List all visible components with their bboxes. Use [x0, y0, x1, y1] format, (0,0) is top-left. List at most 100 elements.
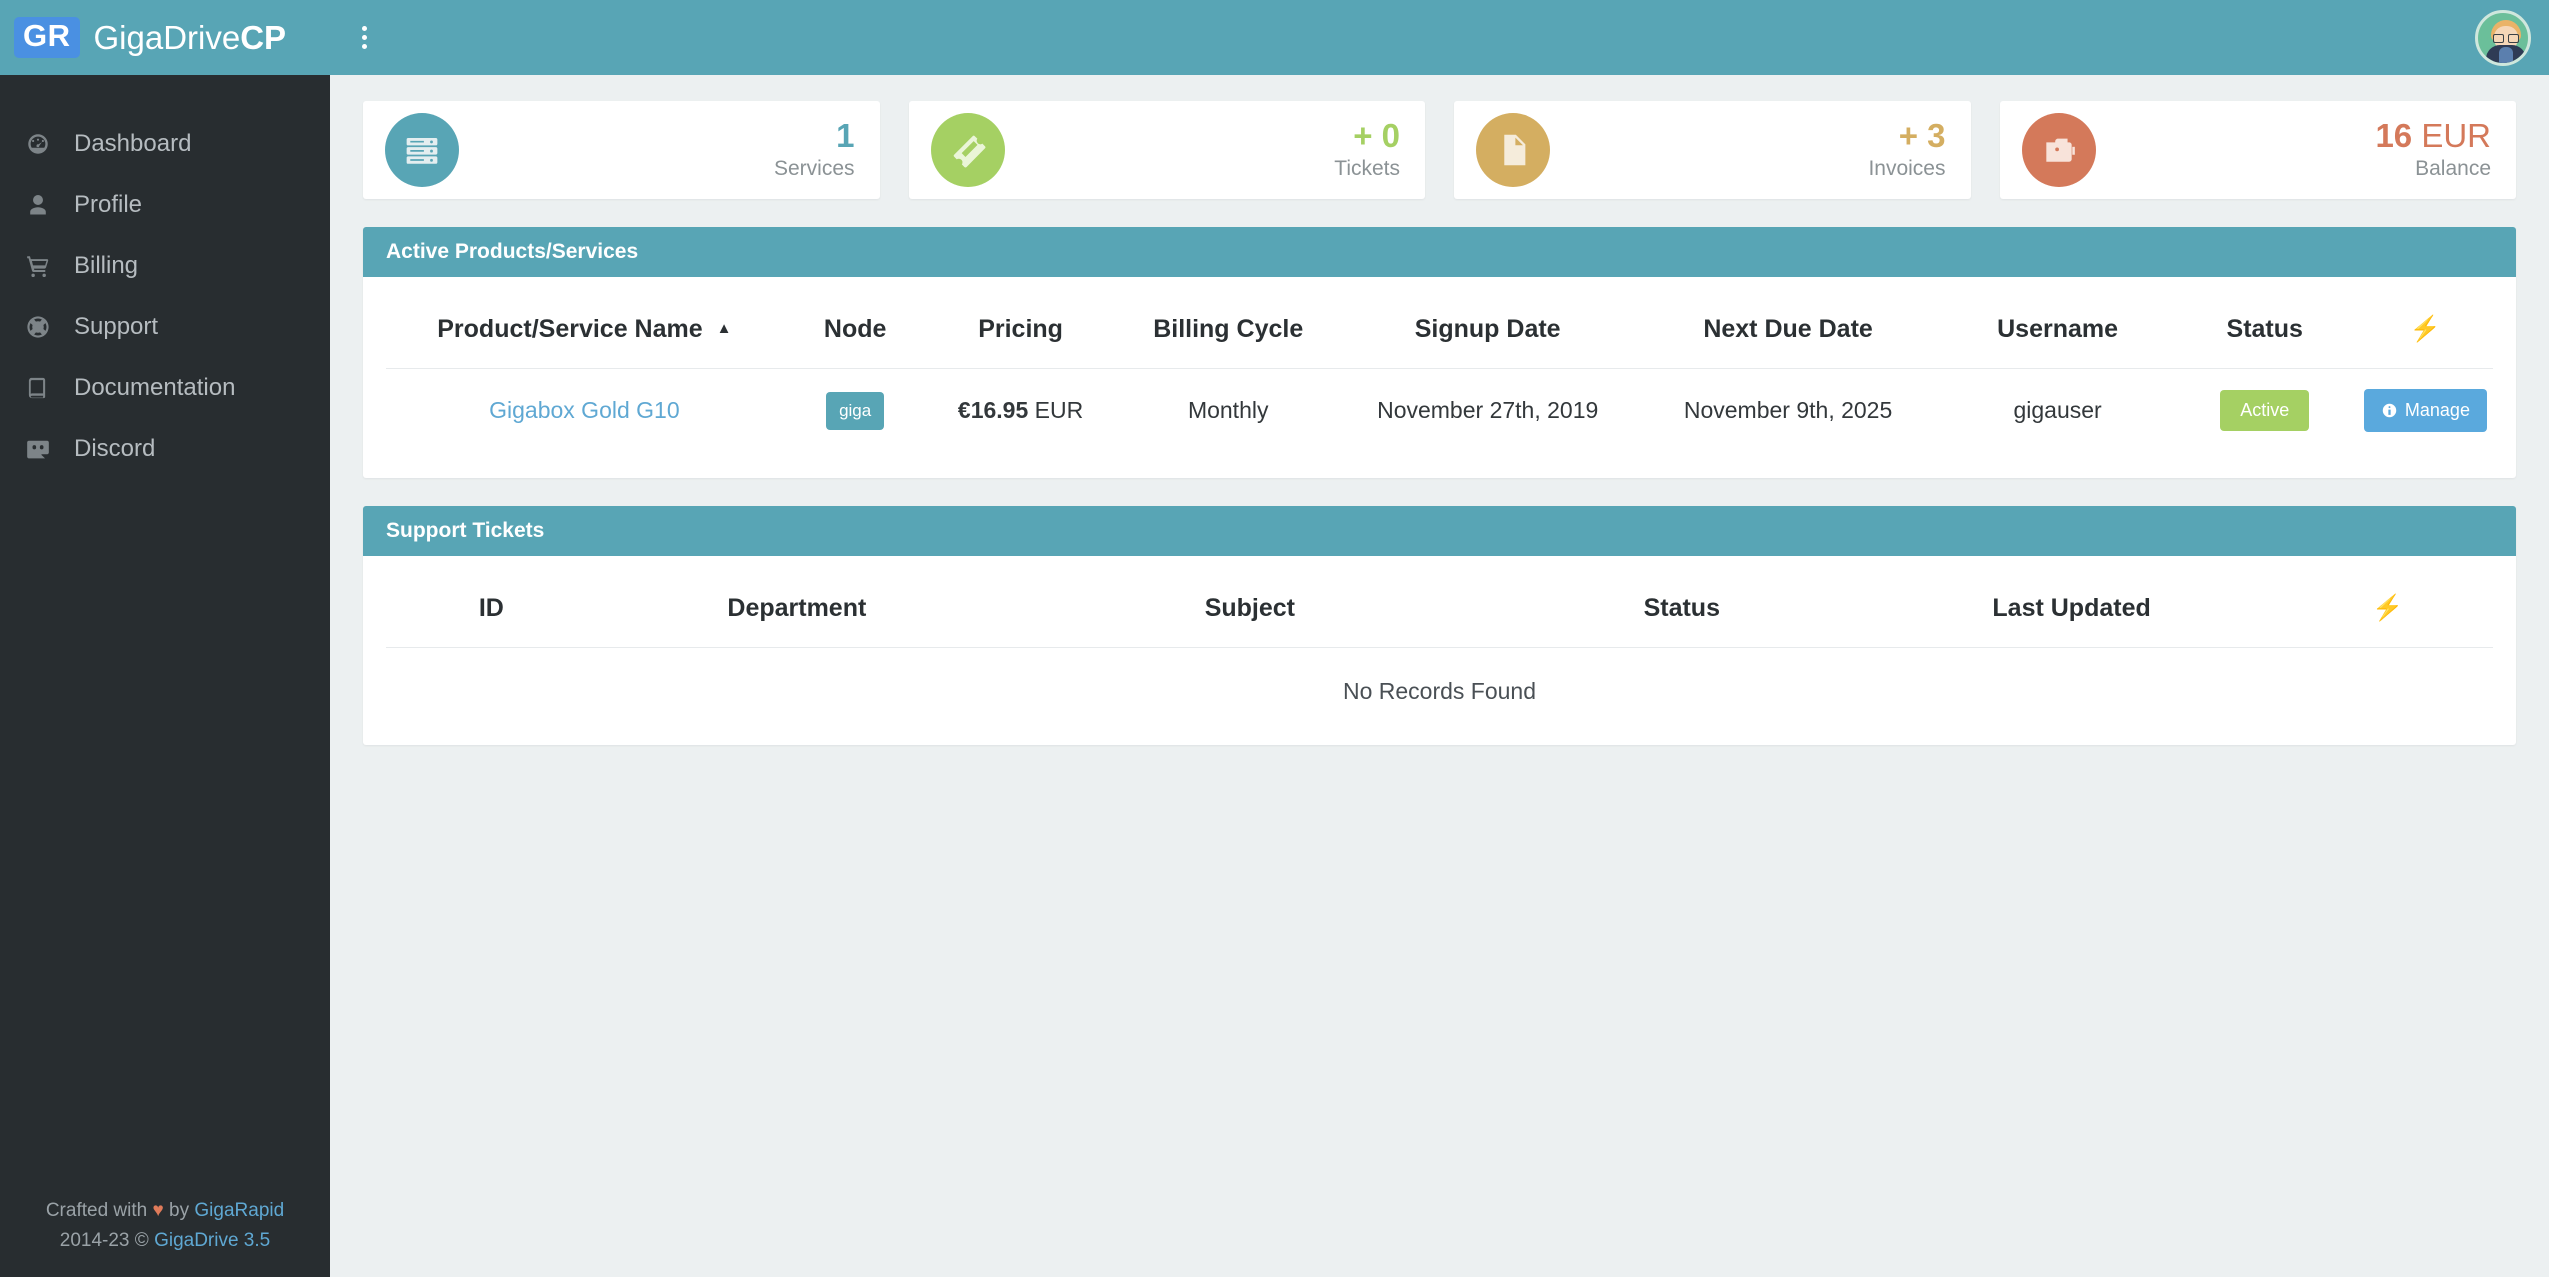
app-root: GR GigaDriveCP Dashboard Profile Billing… [0, 0, 2549, 1277]
column-header-subject[interactable]: Subject [997, 578, 1503, 648]
avatar-shirt [2499, 46, 2513, 63]
sidebar-footer: Crafted with ♥ by GigaRapid 2014-23 © Gi… [0, 1196, 330, 1277]
active-products-panel: Active Products/Services Product/Service… [363, 227, 2516, 478]
column-header-department[interactable]: Department [597, 578, 997, 648]
main-area: 1 Services + 0 Tickets + 3 Invoices 16 E… [330, 0, 2549, 1277]
ticket-icon [930, 113, 1005, 187]
footer-crafted-line: Crafted with ♥ by GigaRapid [0, 1196, 330, 1225]
stat-value: 1 [836, 117, 855, 155]
stat-label: Services [773, 157, 855, 181]
sidebar: GR GigaDriveCP Dashboard Profile Billing… [0, 0, 330, 1277]
top-bar [330, 0, 2549, 75]
sidebar-nav: Dashboard Profile Billing Support Docume… [0, 75, 330, 1196]
cell-pricing: €16.95 EUR [927, 368, 1114, 452]
server-icon [385, 113, 459, 187]
info-icon [2382, 403, 2397, 418]
support-tickets-panel: Support Tickets ID Department Subject St… [363, 506, 2516, 745]
file-icon [1476, 113, 1550, 187]
stat-value: + 0 [1353, 117, 1400, 155]
kebab-menu-icon[interactable] [358, 22, 371, 53]
sidebar-item-label: Support [74, 312, 159, 340]
column-header-product-name[interactable]: Product/Service Name ▲ [386, 299, 783, 369]
cell-actions: Manage [2357, 368, 2493, 452]
footer-copyright-line: 2014-23 © GigaDrive 3.5 [0, 1226, 330, 1255]
stats-row: 1 Services + 0 Tickets + 3 Invoices 16 E… [363, 101, 2516, 199]
sidebar-item-discord[interactable]: Discord [0, 418, 330, 479]
column-header-pricing[interactable]: Pricing [928, 299, 1114, 369]
manage-button[interactable]: Manage [2363, 389, 2487, 432]
avatar-glasses [2493, 33, 2519, 43]
footer-crafted-prefix: Crafted with [45, 1200, 153, 1222]
cell-node: giga [782, 368, 928, 452]
content-area: 1 Services + 0 Tickets + 3 Invoices 16 E… [330, 75, 2549, 745]
column-header-id[interactable]: ID [386, 578, 597, 648]
brand-title: GigaDriveCP [93, 18, 287, 56]
sidebar-item-label: Profile [74, 190, 143, 218]
column-header-actions: ⚡ [2409, 315, 2441, 343]
sort-ascending-icon: ▲ [716, 320, 732, 337]
brand-logo[interactable]: GR GigaDriveCP [0, 0, 330, 75]
wallet-icon [2021, 113, 2096, 187]
brand-badge: GR [14, 17, 80, 58]
avatar[interactable] [2475, 9, 2531, 66]
cell-product-name: Gigabox Gold G10 [386, 368, 783, 452]
sidebar-item-label: Dashboard [74, 129, 192, 157]
stat-label: Balance [2415, 157, 2491, 181]
sidebar-item-profile[interactable]: Profile [0, 174, 330, 235]
stat-text: + 3 Invoices [1868, 117, 1945, 182]
manage-button-label: Manage [2404, 400, 2470, 420]
cell-status: Active [2171, 368, 2358, 452]
stat-card-invoices[interactable]: + 3 Invoices [1454, 101, 1971, 199]
stat-value: 16 EUR [2375, 117, 2491, 155]
column-header-status[interactable]: Status [2172, 299, 2358, 369]
heart-icon: ♥ [152, 1200, 164, 1222]
sidebar-item-label: Discord [74, 434, 156, 462]
column-header-signup-date[interactable]: Signup Date [1343, 299, 1633, 369]
cell-next-due-date: November 9th, 2025 [1632, 368, 1944, 452]
column-header-billing-cycle[interactable]: Billing Cycle [1114, 299, 1343, 369]
sidebar-item-label: Documentation [74, 373, 236, 401]
cell-username: gigauser [1943, 368, 2172, 452]
stat-card-tickets[interactable]: + 0 Tickets [908, 101, 1425, 199]
sidebar-item-label: Billing [74, 251, 139, 279]
panel-title: Support Tickets [363, 506, 2516, 556]
column-header-node[interactable]: Node [783, 299, 928, 369]
node-badge: giga [826, 391, 885, 430]
table-header-row: ID Department Subject Status Last Update… [386, 578, 2493, 648]
sidebar-item-billing[interactable]: Billing [0, 235, 330, 296]
panel-body: Product/Service Name ▲ Node Pricing Billi… [363, 277, 2516, 478]
empty-state-row: No Records Found [386, 647, 2493, 719]
sidebar-item-support[interactable]: Support [0, 296, 330, 357]
tachometer-icon [22, 128, 54, 160]
panel-body: ID Department Subject Status Last Update… [363, 556, 2516, 745]
stat-value: + 3 [1898, 117, 1946, 155]
column-header-last-updated[interactable]: Last Updated [1861, 578, 2282, 648]
user-icon [22, 189, 54, 221]
column-header-next-due-date[interactable]: Next Due Date [1633, 299, 1944, 369]
products-table: Product/Service Name ▲ Node Pricing Billi… [386, 299, 2493, 452]
footer-gigadrive-link[interactable]: GigaDrive 3.5 [154, 1230, 270, 1251]
status-badge: Active [2220, 390, 2310, 431]
discord-icon [22, 433, 54, 465]
column-header-status[interactable]: Status [1503, 578, 1861, 648]
stat-label: Invoices [1868, 157, 1946, 181]
tickets-table: ID Department Subject Status Last Update… [386, 578, 2493, 719]
footer-gigarapid-link[interactable]: GigaRapid [194, 1200, 284, 1221]
life-ring-icon [22, 311, 54, 343]
cell-signup-date: November 27th, 2019 [1342, 368, 1633, 452]
price-currency: EUR [1028, 397, 1084, 423]
sidebar-item-documentation[interactable]: Documentation [0, 357, 330, 418]
price-amount: €16.95 [957, 397, 1029, 423]
product-link[interactable]: Gigabox Gold G10 [489, 397, 680, 423]
stat-card-services[interactable]: 1 Services [363, 101, 880, 199]
footer-by-text: by [163, 1200, 195, 1222]
table-header-row: Product/Service Name ▲ Node Pricing Billi… [386, 299, 2493, 369]
column-header-username[interactable]: Username [1944, 299, 2172, 369]
column-header-actions: ⚡ [2372, 594, 2404, 622]
stat-card-balance[interactable]: 16 EUR Balance [1999, 101, 2516, 199]
no-records-message: No Records Found [386, 647, 2493, 719]
book-icon [22, 372, 54, 404]
stat-text: 16 EUR Balance [2375, 117, 2491, 182]
sidebar-item-dashboard[interactable]: Dashboard [0, 113, 330, 174]
stat-label: Tickets [1334, 157, 1400, 181]
